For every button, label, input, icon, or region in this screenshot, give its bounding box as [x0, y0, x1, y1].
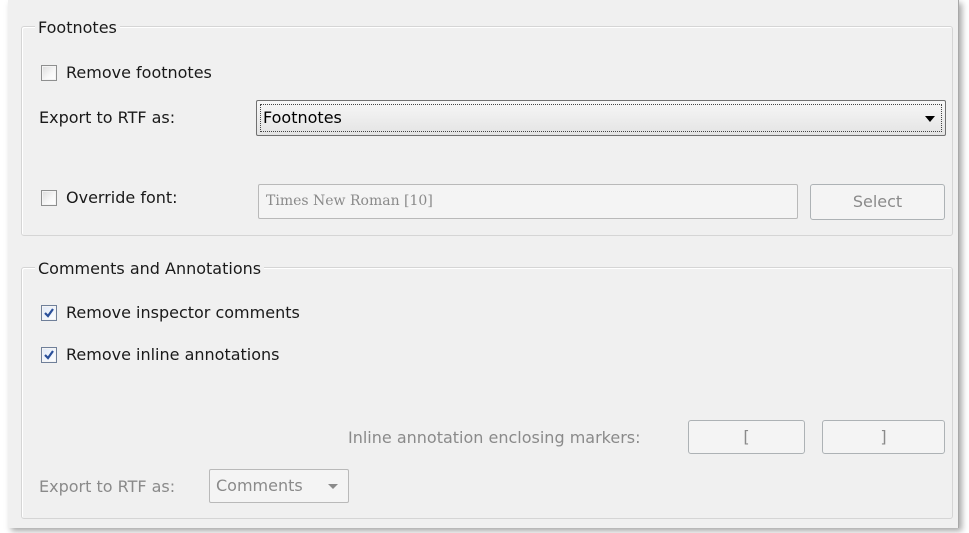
close-marker-field[interactable]: ]: [822, 420, 945, 454]
comments-export-select[interactable]: Comments: [209, 469, 349, 503]
open-marker-field[interactable]: [: [688, 420, 805, 454]
footnotes-export-label: Export to RTF as:: [39, 108, 176, 127]
chevron-down-icon[interactable]: [925, 116, 935, 122]
override-font-checkbox[interactable]: [41, 190, 57, 206]
comments-export-value: Comments: [216, 476, 303, 495]
comments-group-title: Comments and Annotations: [35, 259, 265, 278]
override-font-label[interactable]: Override font:: [66, 188, 178, 207]
remove-inspector-comments-label[interactable]: Remove inspector comments: [66, 303, 300, 322]
remove-footnotes-checkbox[interactable]: [41, 65, 57, 81]
checkmark-icon: [44, 308, 54, 318]
chevron-down-icon[interactable]: [328, 484, 338, 489]
select-font-button[interactable]: Select: [810, 184, 945, 220]
open-marker-value: [: [743, 427, 750, 446]
footnotes-export-value: Footnotes: [263, 108, 342, 127]
checkmark-icon: [44, 350, 54, 360]
focus-ring: [260, 104, 942, 132]
font-value: Times New Roman [10]: [266, 193, 433, 209]
footnotes-export-select[interactable]: Footnotes: [256, 100, 946, 136]
export-options-panel: Footnotes Remove footnotes Export to RTF…: [8, 0, 959, 528]
remove-inline-annotations-checkbox[interactable]: [41, 347, 57, 363]
enclosing-markers-label: Inline annotation enclosing markers:: [348, 428, 641, 447]
remove-footnotes-label[interactable]: Remove footnotes: [66, 63, 212, 82]
comments-export-label: Export to RTF as:: [39, 477, 176, 496]
remove-inline-annotations-label[interactable]: Remove inline annotations: [66, 345, 280, 364]
select-font-button-label: Select: [852, 192, 903, 211]
footnotes-group-title: Footnotes: [35, 18, 120, 37]
font-field[interactable]: Times New Roman [10]: [258, 184, 798, 219]
remove-inspector-comments-checkbox[interactable]: [41, 305, 57, 321]
close-marker-value: ]: [880, 427, 887, 446]
